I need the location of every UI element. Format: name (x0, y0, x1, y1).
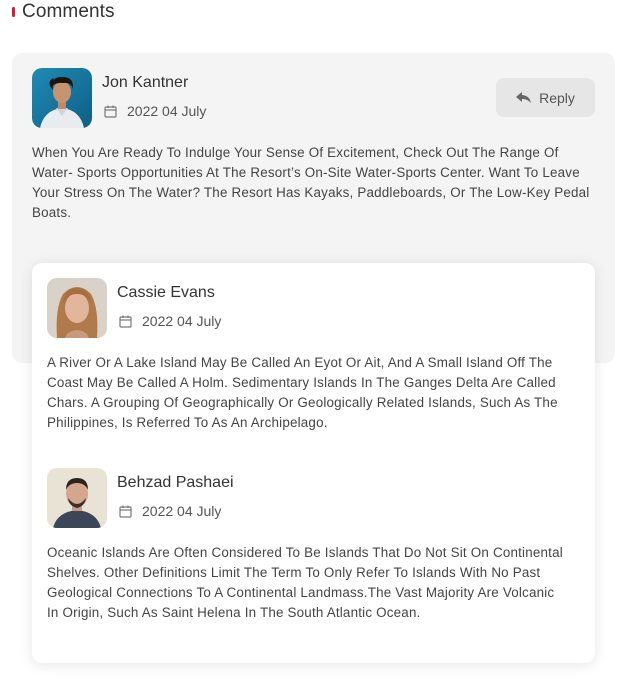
comments-header: Comments (12, 0, 115, 24)
reply-date-text: 2022 04 July (142, 313, 222, 329)
reply-body: A River Or A Lake Island May Be Called A… (47, 355, 558, 430)
comment-date: 2022 04 July (104, 103, 206, 119)
reply-date: 2022 04 July (119, 313, 221, 329)
comment-author-name: Jon Kantner (102, 74, 189, 91)
avatar-behzad-pashaei (47, 468, 107, 528)
reply-body: Oceanic Islands Are Often Considered To … (47, 545, 563, 620)
avatar-jon-kantner (32, 68, 92, 128)
reply-author-name: Cassie Evans (117, 284, 215, 301)
calendar-icon (119, 315, 132, 328)
comment-date-text: 2022 04 July (127, 103, 207, 119)
reply-author-name: Behzad Pashaei (117, 474, 234, 491)
replies-card: Cassie Evans 2022 04 July A River Or A L… (32, 263, 595, 663)
calendar-icon (104, 105, 117, 118)
reply-date-text: 2022 04 July (142, 503, 222, 519)
reply-button[interactable]: Reply (496, 78, 595, 117)
reply-button-label: Reply (539, 89, 575, 106)
reply-date: 2022 04 July (119, 503, 221, 519)
calendar-icon (119, 505, 132, 518)
reply-arrow-icon (516, 91, 532, 103)
section-title: Comments (22, 1, 115, 22)
title-accent-bar (12, 7, 15, 17)
comment-body: When You Are Ready To Indulge Your Sense… (32, 145, 590, 220)
avatar-cassie-evans (47, 278, 107, 338)
